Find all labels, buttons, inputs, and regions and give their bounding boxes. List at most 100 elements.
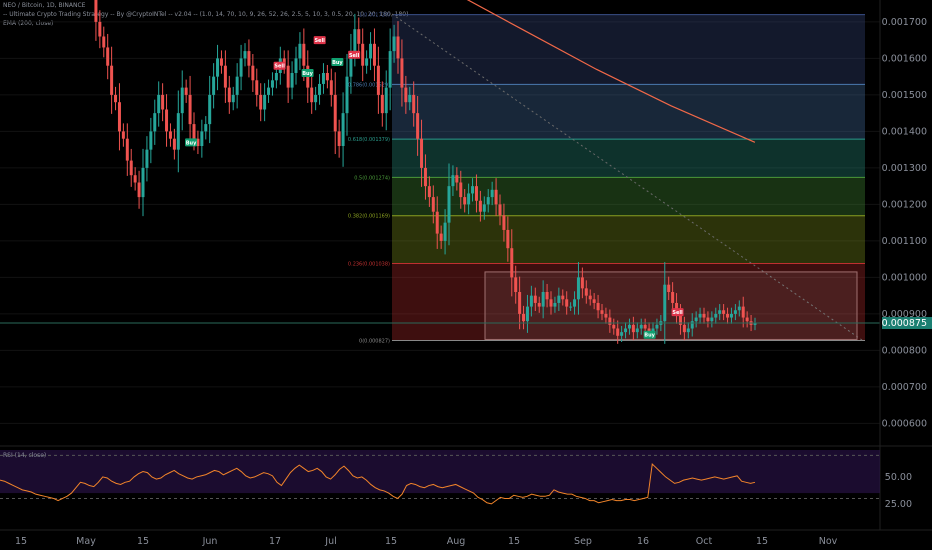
candle-body [255,80,259,95]
candle-body [314,94,318,103]
candle-body [663,284,667,322]
candle-body [502,215,506,230]
time-axis-tick: 15 [385,536,397,547]
candle-body [706,317,710,322]
candle-body [219,58,223,66]
candle-body [184,87,188,95]
rsi-legend: RSI (14, close) [3,452,46,459]
candle-body [529,295,533,307]
candle-body [608,317,612,325]
candle-body [188,94,192,125]
candle-body [247,51,251,66]
candle-body [235,76,239,95]
candle-body [584,288,588,296]
candle-body [694,317,698,322]
candle-body [435,211,439,234]
candle-body [168,131,172,139]
candle-body [451,175,455,187]
candle-body [494,189,498,205]
consolidation-box [484,271,858,340]
candle-body [380,94,384,114]
candle-body [561,295,565,300]
time-axis-tick: Aug [447,536,466,547]
chart-canvas[interactable]: 1(0.001720) 0.786(0.001529) 0.618(0.001379… [0,0,932,550]
signal-label: Sell [314,38,325,44]
candle-body [514,277,518,292]
candle-body [329,80,333,95]
candle-body [208,94,212,125]
candle-body [333,94,337,132]
fib-zone [392,215,865,264]
time-axis-tick: 15 [756,536,768,547]
candle-body [620,332,624,336]
rsi-band [0,450,880,494]
candle-body [698,313,702,318]
candle-body [478,200,482,212]
candle-body [525,306,529,322]
candle-body [149,131,153,150]
price-axis-tick: 0.001700 [882,17,927,28]
candle-body [121,131,125,139]
candle-body [318,83,322,95]
candle-body [471,186,475,194]
candle-body [639,324,643,329]
candle-body [141,167,145,198]
candle-body [455,175,459,183]
fib-level-label: 0(0.000827) [359,339,390,345]
candle-body [667,284,671,292]
candle-body [263,94,267,110]
candle-body [420,138,424,168]
fib-zone [392,84,865,140]
candle-body [117,102,121,132]
candle-body [286,65,290,88]
time-axis-tick: 17 [269,536,281,547]
fib-zone [392,14,865,85]
candle-body [310,87,314,103]
candle-body [423,167,427,187]
candle-body [580,277,584,289]
candle-body [412,94,416,114]
fib-zone [392,139,865,178]
candle-body [545,292,549,300]
fib-level-label: 0.618(0.001379) [348,137,390,143]
candle-body [298,43,302,59]
candle-body [145,149,149,168]
candle-body [372,43,376,66]
candle-body [557,295,561,303]
candle-body [396,36,400,59]
candle-body [137,182,141,198]
time-axis-tick: May [76,536,96,547]
current-price-label: 0.000875 [882,318,927,329]
candle-body [153,113,157,132]
candle-body [447,186,451,223]
time-axis-tick: Sep [574,536,592,547]
candle-body [114,94,118,103]
candle-body [459,182,463,198]
price-axis-tick: 0.001000 [882,272,927,283]
candle-body [365,58,369,66]
candle-body [98,21,102,37]
candle-body [671,292,675,303]
price-axis-tick: 0.000800 [882,345,927,356]
candle-body [216,58,220,77]
candle-body [518,292,522,314]
time-axis-tick: 16 [637,536,649,547]
candle-body [200,131,204,146]
price-axis-tick: 0.001600 [882,53,927,64]
candle-body [682,324,686,333]
candle-body [345,76,349,114]
candle-body [133,175,137,183]
candle-body [302,43,306,66]
signal-label: Buy [186,140,197,146]
candle-body [180,87,184,114]
candle-body [243,51,247,59]
candle-body [737,306,741,311]
candle-body [361,43,365,66]
candle-body [267,87,271,95]
price-axis-tick: 0.001100 [882,236,927,247]
candle-body [592,299,596,303]
candle-body [686,328,690,333]
candle-body [510,248,514,278]
candle-body [474,186,478,201]
candle-body [176,113,180,150]
